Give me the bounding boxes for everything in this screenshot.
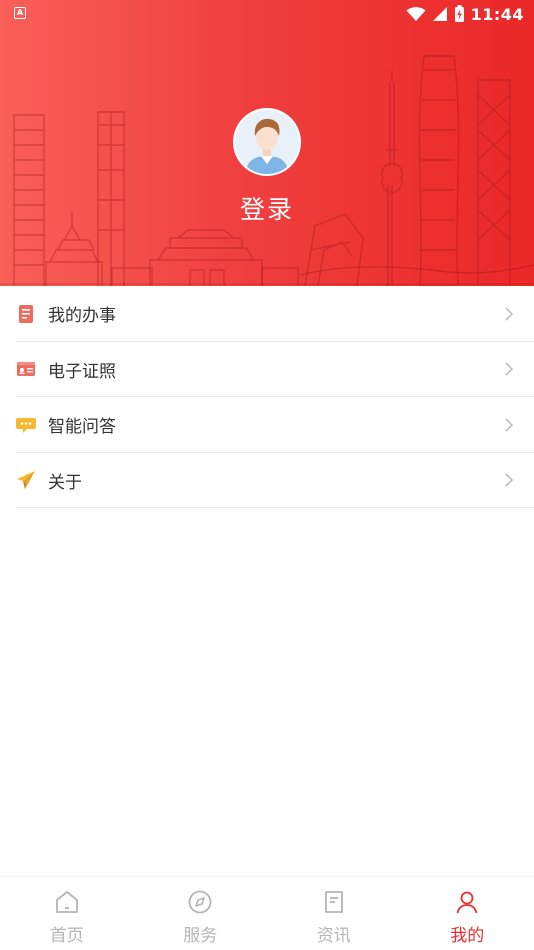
menu-item-label: 智能问答 bbox=[48, 417, 116, 438]
menu-item-label: 关于 bbox=[48, 472, 82, 493]
paper-plane-icon bbox=[16, 470, 36, 490]
notification-a-icon: A bbox=[14, 7, 26, 19]
chevron-right-icon bbox=[505, 362, 514, 376]
chat-bubble-icon bbox=[16, 415, 36, 435]
menu-item-e-license[interactable]: 电子证照 bbox=[0, 341, 534, 397]
compass-icon bbox=[188, 890, 212, 914]
signal-icon bbox=[432, 7, 447, 21]
menu-item-smart-qa[interactable]: 智能问答 bbox=[0, 397, 534, 453]
tab-news[interactable]: 资讯 bbox=[267, 877, 401, 950]
status-bar: A 11:44 bbox=[0, 0, 534, 28]
wifi-icon bbox=[406, 7, 426, 21]
tab-label: 首页 bbox=[49, 926, 84, 946]
login-button[interactable]: 登录 bbox=[0, 190, 534, 226]
news-icon bbox=[324, 891, 343, 913]
tab-label: 我的 bbox=[450, 926, 485, 946]
id-card-icon bbox=[16, 359, 36, 379]
profile-menu: 我的办事 电子证照 智能问答 关于 bbox=[0, 286, 534, 508]
menu-item-my-affairs[interactable]: 我的办事 bbox=[0, 286, 534, 342]
tab-label: 服务 bbox=[183, 926, 218, 946]
menu-item-label: 我的办事 bbox=[48, 306, 116, 327]
tab-home[interactable]: 首页 bbox=[0, 877, 134, 950]
menu-item-about[interactable]: 关于 bbox=[0, 452, 534, 508]
user-avatar-icon bbox=[235, 110, 299, 174]
chevron-right-icon bbox=[505, 307, 514, 321]
home-icon bbox=[55, 891, 78, 913]
menu-item-label: 电子证照 bbox=[48, 361, 116, 382]
chevron-right-icon bbox=[505, 473, 514, 487]
profile-header: A 11:44 登录 bbox=[0, 0, 534, 286]
tab-label: 资讯 bbox=[316, 926, 351, 946]
user-avatar[interactable] bbox=[233, 108, 301, 176]
chevron-right-icon bbox=[505, 418, 514, 432]
tab-mine[interactable]: 我的 bbox=[401, 877, 534, 950]
battery-charging-icon bbox=[454, 5, 464, 22]
document-icon bbox=[16, 304, 36, 324]
clock: 11:44 bbox=[470, 4, 524, 24]
tab-services[interactable]: 服务 bbox=[134, 877, 268, 950]
person-icon bbox=[456, 891, 478, 914]
bottom-tab-bar: 首页 服务 资讯 我的 bbox=[0, 876, 534, 950]
